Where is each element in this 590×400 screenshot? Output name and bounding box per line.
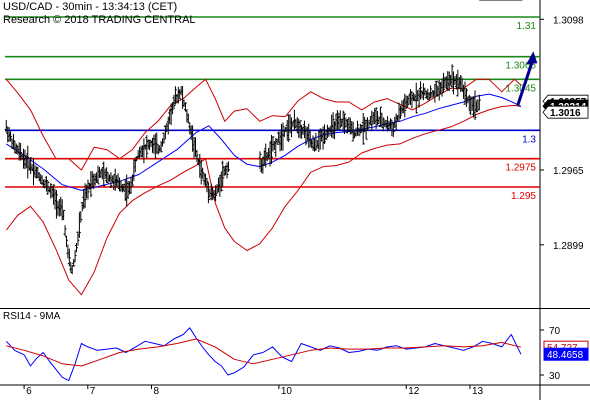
chart-root: 1.3098 1.2965 1.2899 1.31 1.3065 1.3045 1.3 1.2… — [0, 0, 590, 400]
rsi-value-label: 48.4658 — [547, 350, 584, 361]
chart-copyright: Research © 2018 TRADING CENTRAL — [3, 14, 196, 26]
rsi-line — [5, 327, 522, 382]
rsi-title: RSI14 - 9MA — [3, 311, 61, 322]
rsi-value-tag: 48.4658 — [543, 347, 589, 361]
price-tag: 1.3016 — [542, 105, 589, 119]
y-tick-label: 1.2965 — [553, 166, 584, 177]
x-tick-label: 12 — [408, 386, 420, 397]
price-chart: 1.30981.29651.28991.311.30651.30451.31.2… — [0, 0, 590, 310]
rsi-y-tick-label: 30 — [549, 371, 561, 382]
price-plot-area — [5, 0, 540, 306]
level-label-pivot: 1.3 — [522, 134, 536, 145]
level-label-support: 1.2975 — [505, 163, 536, 174]
y-tick-label: 1.2899 — [553, 241, 584, 252]
level-label-resistance: 1.31 — [517, 21, 537, 32]
x-tick-label: 10 — [281, 386, 293, 397]
level-label-support: 1.295 — [511, 191, 536, 202]
rsi-y-tick-label: 70 — [549, 326, 561, 337]
x-tick-label: 6 — [26, 386, 32, 397]
x-tick-label: 13 — [472, 386, 484, 397]
x-tick-label: 8 — [153, 386, 159, 397]
rsi-chart: 703054.72748.4658678101213 — [0, 310, 590, 400]
y-tick-label: 1.3098 — [553, 15, 584, 26]
x-tick-label: 7 — [90, 386, 96, 397]
price-tag-label: 1.3016 — [550, 108, 581, 119]
chart-title: USD/CAD - 30min - 13:34:13 (CET) — [3, 1, 178, 13]
